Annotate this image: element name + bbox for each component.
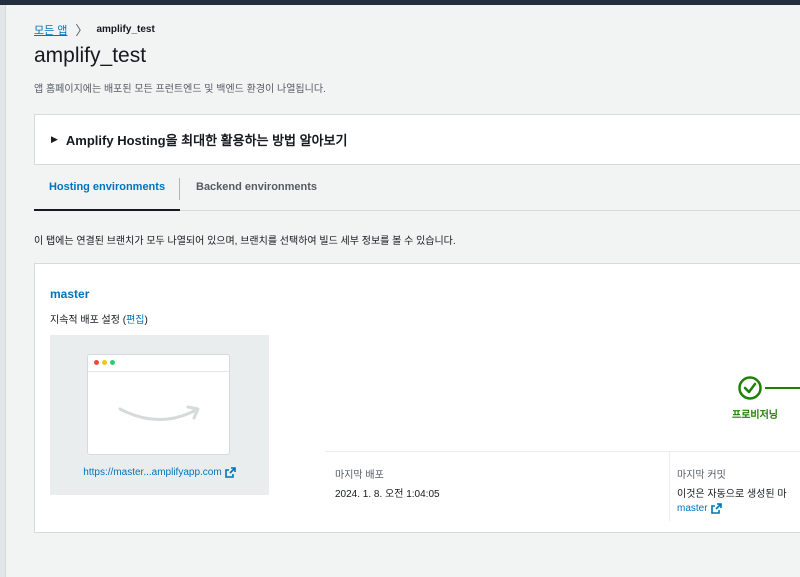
breadcrumb: 모든 앱 〉 amplify_test <box>34 20 155 39</box>
hosting-tips-expander[interactable]: ▶ Amplify Hosting을 최대한 활용하는 방법 알아보기 <box>34 114 800 165</box>
side-nav-rail[interactable] <box>0 5 6 577</box>
cd-edit-link[interactable]: 편집 <box>126 315 144 326</box>
tab-hosting-environments[interactable]: Hosting environments <box>34 172 180 211</box>
divider <box>669 451 670 521</box>
check-circle-icon <box>738 376 762 400</box>
caret-right-icon: ▶ <box>51 134 58 144</box>
browser-preview <box>87 354 230 455</box>
branch-name-link[interactable]: master <box>50 287 89 301</box>
branch-preview-thumbnail[interactable]: https://master...amplifyapp.com <box>50 335 269 495</box>
browser-titlebar <box>88 355 229 372</box>
close-dot-icon <box>94 360 99 365</box>
minimize-dot-icon <box>102 360 107 365</box>
branch-card: master 지속적 배포 설정 (편집) https://master...a… <box>34 263 800 533</box>
divider <box>325 451 800 452</box>
amazon-smile-icon <box>118 405 200 421</box>
cd-close-paren: ) <box>144 315 148 326</box>
external-link-icon <box>710 503 722 514</box>
maximize-dot-icon <box>110 360 115 365</box>
external-link-icon <box>224 467 236 478</box>
breadcrumb-all-apps-link[interactable]: 모든 앱 <box>34 22 67 38</box>
commit-branch-link[interactable]: master <box>677 503 722 514</box>
tab-backend-environments[interactable]: Backend environments <box>196 172 317 209</box>
branch-url-link[interactable]: https://master...amplifyapp.com <box>50 467 269 478</box>
tab-description: 이 탭에는 연결된 브랜치가 모두 나열되어 있으며, 브랜치를 선택하여 빌드… <box>34 236 456 247</box>
last-deploy-label: 마지막 배포 <box>335 470 384 481</box>
breadcrumb-current: amplify_test <box>96 24 155 35</box>
page-subtitle: 앱 홈페이지에는 배포된 모든 프런트엔드 및 백엔드 환경이 나열됩니다. <box>34 84 326 95</box>
last-deploy-value: 2024. 1. 8. 오전 1:04:05 <box>335 489 440 500</box>
last-commit-message: 이것은 자동으로 생성된 마 <box>677 489 787 500</box>
continuous-deploy-setting: 지속적 배포 설정 (편집) <box>50 311 148 326</box>
branch-url-text: https://master...amplifyapp.com <box>83 467 222 479</box>
environment-tabs: Hosting environments Backend environment… <box>34 172 800 211</box>
status-provisioning: 프로비저닝 <box>732 410 778 421</box>
page-title: amplify_test <box>34 44 147 67</box>
cd-label: 지속적 배포 설정 ( <box>50 315 127 326</box>
top-nav-bar <box>0 0 800 5</box>
pipeline-connector-line <box>765 387 800 389</box>
commit-branch-text: master <box>677 503 708 515</box>
expander-label: Amplify Hosting을 최대한 활용하는 방법 알아보기 <box>65 133 348 148</box>
breadcrumb-separator: 〉 <box>75 23 89 38</box>
tab-divider <box>179 178 180 200</box>
last-commit-label: 마지막 커밋 <box>677 470 726 481</box>
